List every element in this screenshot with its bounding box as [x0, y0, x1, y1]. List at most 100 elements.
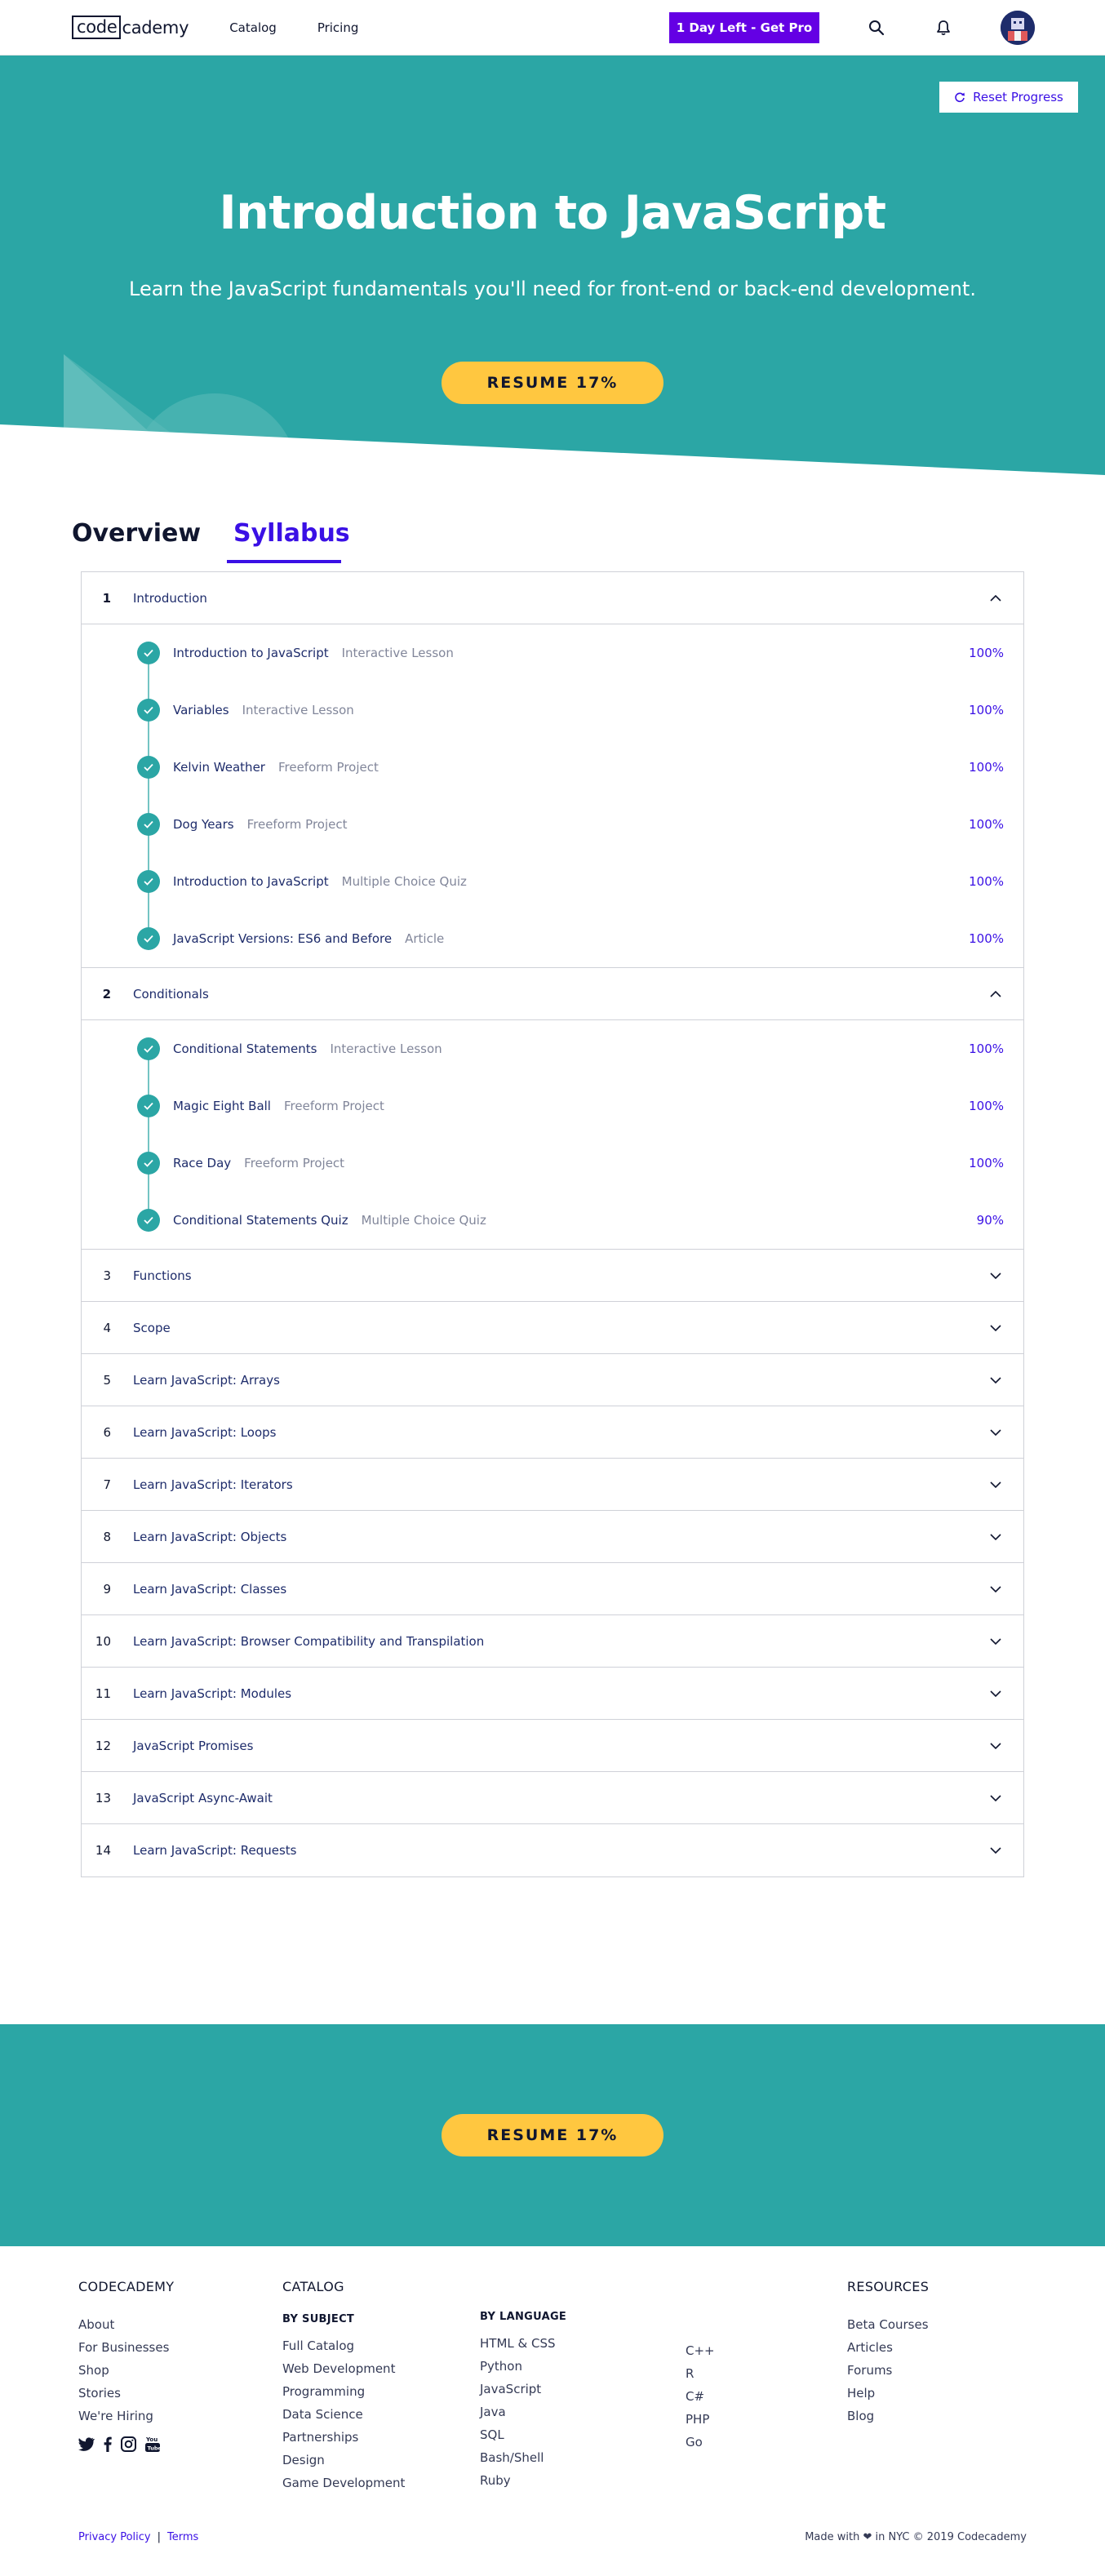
- lesson-row[interactable]: Conditional Statements Interactive Lesson…: [82, 1020, 1023, 1077]
- site-footer: CODECADEMY About For Businesses Shop Sto…: [0, 2246, 1105, 2550]
- footer-subheading-subject: BY SUBJECT: [282, 2313, 355, 2325]
- notifications-bell-icon[interactable]: [934, 18, 953, 38]
- footer-link[interactable]: Design: [282, 2449, 405, 2472]
- footer-link[interactable]: JavaScript: [480, 2378, 566, 2401]
- footer-link[interactable]: Game Development: [282, 2472, 405, 2494]
- lesson-name[interactable]: Variables: [173, 703, 229, 717]
- footer-link[interactable]: R: [686, 2362, 715, 2385]
- lesson-name[interactable]: Dog Years: [173, 817, 234, 832]
- module-header[interactable]: 13 JavaScript Async-Await: [82, 1772, 1023, 1824]
- lesson-row[interactable]: Magic Eight Ball Freeform Project 100%: [82, 1077, 1023, 1135]
- footer-link[interactable]: HTML & CSS: [480, 2332, 566, 2355]
- footer-link[interactable]: Blog: [847, 2405, 929, 2427]
- module-header[interactable]: 12 JavaScript Promises: [82, 1720, 1023, 1772]
- instagram-icon[interactable]: [121, 2436, 136, 2452]
- lesson-row[interactable]: Race Day Freeform Project 100%: [82, 1135, 1023, 1192]
- module-header[interactable]: 14 Learn JavaScript: Requests: [82, 1824, 1023, 1876]
- module-header[interactable]: 2 Conditionals: [82, 968, 1023, 1020]
- module-header[interactable]: 9 Learn JavaScript: Classes: [82, 1563, 1023, 1615]
- terms-link[interactable]: Terms: [167, 2531, 198, 2543]
- youtube-icon[interactable]: You Tube: [145, 2436, 160, 2452]
- chevron-down-icon[interactable]: [986, 1841, 1005, 1860]
- footer-link[interactable]: For Businesses: [78, 2336, 174, 2359]
- lesson-name[interactable]: Kelvin Weather: [173, 760, 265, 775]
- search-icon[interactable]: [867, 18, 886, 38]
- chevron-up-icon[interactable]: [986, 588, 1005, 608]
- module-header[interactable]: 8 Learn JavaScript: Objects: [82, 1511, 1023, 1563]
- chevron-up-icon[interactable]: [986, 984, 1005, 1004]
- chevron-down-icon[interactable]: [986, 1423, 1005, 1442]
- footer-link[interactable]: Articles: [847, 2336, 929, 2359]
- module-header[interactable]: 5 Learn JavaScript: Arrays: [82, 1354, 1023, 1406]
- lesson-row[interactable]: Introduction to JavaScript Multiple Choic…: [82, 853, 1023, 910]
- footer-link[interactable]: Beta Courses: [847, 2313, 929, 2336]
- lesson-name[interactable]: Race Day: [173, 1156, 231, 1170]
- lesson-name[interactable]: Conditional Statements: [173, 1042, 317, 1056]
- footer-link[interactable]: C++: [686, 2339, 715, 2362]
- lesson-name[interactable]: Introduction to JavaScript: [173, 874, 329, 889]
- footer-link[interactable]: Shop: [78, 2359, 174, 2382]
- footer-link[interactable]: SQL: [480, 2423, 566, 2446]
- facebook-icon[interactable]: [104, 2436, 112, 2452]
- resume-course-button-bottom[interactable]: RESUME 17%: [442, 2114, 663, 2156]
- footer-link[interactable]: Forums: [847, 2359, 929, 2382]
- module-number: 5: [103, 1372, 111, 1388]
- chevron-down-icon[interactable]: [986, 1736, 1005, 1756]
- footer-link[interactable]: Go: [686, 2431, 715, 2454]
- syllabus-module: 3 Functions: [82, 1250, 1023, 1302]
- nav-pricing-link[interactable]: Pricing: [317, 20, 359, 35]
- footer-link[interactable]: Full Catalog: [282, 2334, 405, 2357]
- nav-catalog-link[interactable]: Catalog: [229, 20, 277, 35]
- footer-link[interactable]: PHP: [686, 2408, 715, 2431]
- lesson-name[interactable]: Magic Eight Ball: [173, 1099, 271, 1113]
- chevron-down-icon[interactable]: [986, 1632, 1005, 1651]
- chevron-down-icon[interactable]: [986, 1684, 1005, 1703]
- footer-link[interactable]: About: [78, 2313, 174, 2336]
- lesson-name[interactable]: Introduction to JavaScript: [173, 646, 329, 660]
- footer-link[interactable]: Partnerships: [282, 2426, 405, 2449]
- module-header[interactable]: 11 Learn JavaScript: Modules: [82, 1668, 1023, 1720]
- footer-link[interactable]: C#: [686, 2385, 715, 2408]
- lesson-name[interactable]: JavaScript Versions: ES6 and Before: [173, 931, 392, 946]
- chevron-down-icon[interactable]: [986, 1527, 1005, 1547]
- footer-link[interactable]: Java: [480, 2401, 566, 2423]
- footer-link[interactable]: Stories: [78, 2382, 174, 2405]
- tab-overview[interactable]: Overview: [72, 519, 201, 548]
- footer-link[interactable]: Data Science: [282, 2403, 405, 2426]
- lesson-row[interactable]: Introduction to JavaScript Interactive Le…: [82, 624, 1023, 682]
- module-header[interactable]: 3 Functions: [82, 1250, 1023, 1302]
- module-header[interactable]: 7 Learn JavaScript: Iterators: [82, 1459, 1023, 1511]
- codecademy-logo[interactable]: code cademy: [72, 16, 189, 39]
- footer-link[interactable]: Python: [480, 2355, 566, 2378]
- module-header[interactable]: 1 Introduction: [82, 572, 1023, 624]
- lesson-row[interactable]: Conditional Statements Quiz Multiple Choi…: [82, 1192, 1023, 1249]
- resume-course-button[interactable]: RESUME 17%: [442, 362, 663, 404]
- user-avatar[interactable]: [1001, 10, 1035, 45]
- chevron-down-icon[interactable]: [986, 1788, 1005, 1808]
- footer-link[interactable]: We're Hiring: [78, 2405, 174, 2427]
- reset-progress-button[interactable]: Reset Progress: [939, 82, 1078, 113]
- footer-link[interactable]: Ruby: [480, 2469, 566, 2492]
- twitter-icon[interactable]: [78, 2436, 95, 2451]
- module-header[interactable]: 10 Learn JavaScript: Browser Compatibilit…: [82, 1615, 1023, 1668]
- module-number: 11: [95, 1686, 111, 1701]
- chevron-down-icon[interactable]: [986, 1266, 1005, 1286]
- lesson-row[interactable]: Dog Years Freeform Project 100%: [82, 796, 1023, 853]
- chevron-down-icon[interactable]: [986, 1318, 1005, 1338]
- tab-syllabus[interactable]: Syllabus: [233, 519, 350, 548]
- module-header[interactable]: 6 Learn JavaScript: Loops: [82, 1406, 1023, 1459]
- chevron-down-icon[interactable]: [986, 1370, 1005, 1390]
- footer-link[interactable]: Help: [847, 2382, 929, 2405]
- get-pro-button[interactable]: 1 Day Left - Get Pro: [669, 11, 819, 43]
- lesson-row[interactable]: Kelvin Weather Freeform Project 100%: [82, 739, 1023, 796]
- chevron-down-icon[interactable]: [986, 1579, 1005, 1599]
- footer-link[interactable]: Programming: [282, 2380, 405, 2403]
- footer-link[interactable]: Web Development: [282, 2357, 405, 2380]
- lesson-name[interactable]: Conditional Statements Quiz: [173, 1213, 348, 1228]
- lesson-row[interactable]: Variables Interactive Lesson 100%: [82, 682, 1023, 739]
- footer-link[interactable]: Bash/Shell: [480, 2446, 566, 2469]
- module-header[interactable]: 4 Scope: [82, 1302, 1023, 1354]
- lesson-row[interactable]: JavaScript Versions: ES6 and Before Artic…: [82, 910, 1023, 967]
- privacy-policy-link[interactable]: Privacy Policy: [78, 2531, 151, 2543]
- chevron-down-icon[interactable]: [986, 1475, 1005, 1495]
